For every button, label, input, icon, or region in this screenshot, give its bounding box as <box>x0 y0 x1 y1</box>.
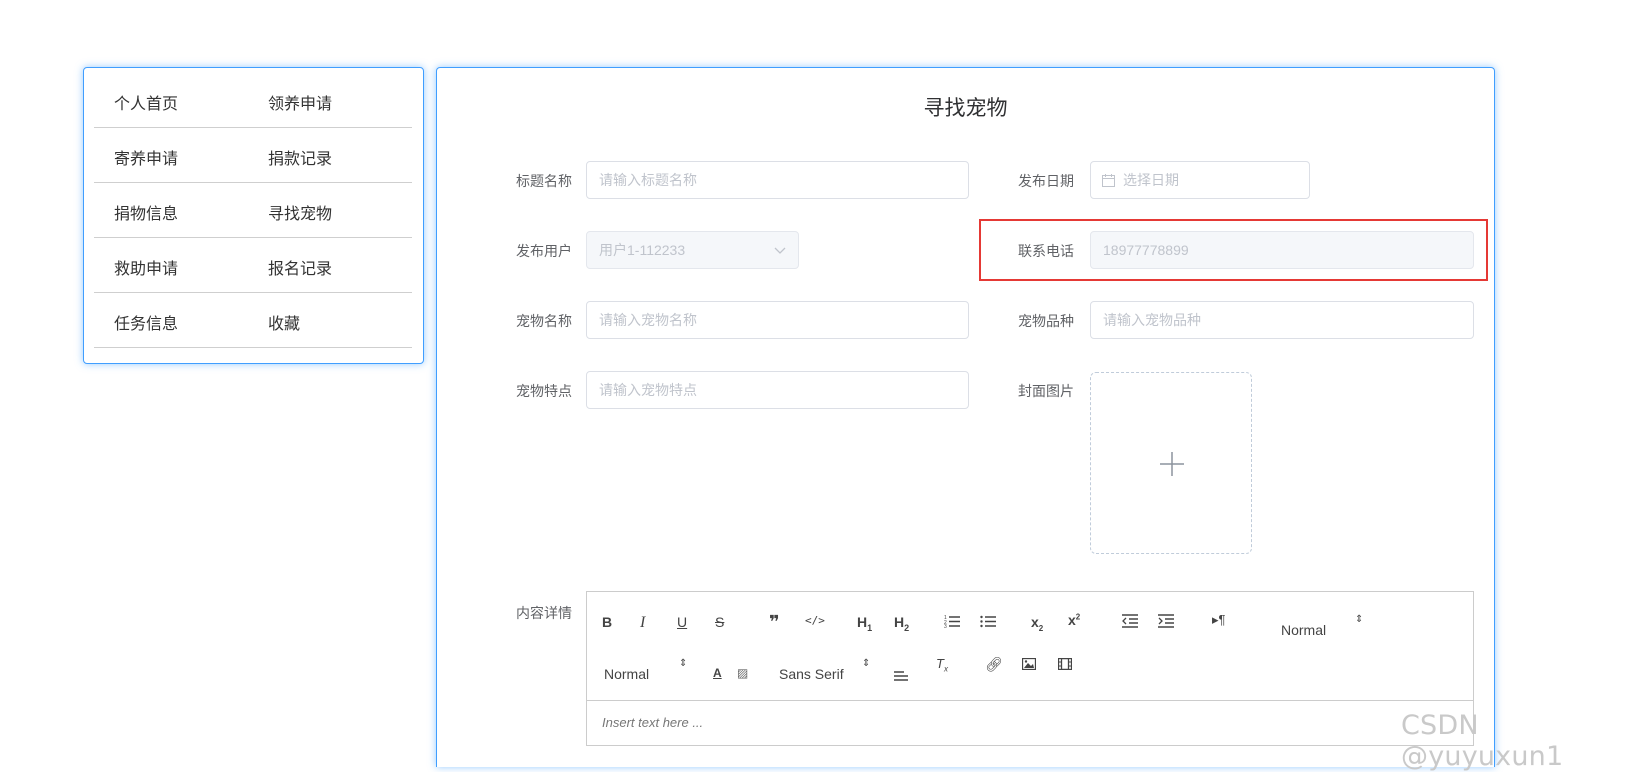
editor-content-area[interactable]: Insert text here ... <box>602 715 703 730</box>
sidebar-item-adoption[interactable]: 领养申请 <box>268 90 332 114</box>
pet-name-label: 宠物名称 <box>516 313 572 329</box>
indent-icon[interactable] <box>1158 614 1174 628</box>
background-color-icon[interactable]: ▨ <box>737 666 748 680</box>
text-direction-icon[interactable]: ▸¶ <box>1212 612 1226 628</box>
pet-feature-input[interactable] <box>586 371 969 409</box>
picker-arrows-icon: ⇕ <box>1355 614 1364 625</box>
subscript-button[interactable]: x2 <box>1031 614 1043 633</box>
publish-date-placeholder: 选择日期 <box>1123 172 1179 188</box>
title-name-input[interactable] <box>586 161 969 199</box>
header-1-button[interactable]: H1 <box>857 614 872 633</box>
text-color-icon[interactable]: A <box>713 666 722 680</box>
bold-button[interactable]: B <box>602 614 612 630</box>
sidebar-row: 寄养申请 捐款记录 <box>94 127 412 183</box>
content-label: 内容详情 <box>516 605 572 621</box>
video-icon[interactable] <box>1058 658 1072 670</box>
phone-value: 18977778899 <box>1103 242 1189 258</box>
sidebar-item-find-pet[interactable]: 寻找宠物 <box>268 200 332 224</box>
sidebar-row: 任务信息 收藏 <box>94 292 412 348</box>
plus-icon <box>1160 452 1184 476</box>
pet-name-input[interactable] <box>586 301 969 339</box>
pet-breed-label: 宠物品种 <box>1018 313 1074 329</box>
align-icon[interactable] <box>894 670 908 682</box>
header-picker[interactable]: Normal <box>1281 622 1326 638</box>
italic-button[interactable]: I <box>640 614 645 632</box>
sidebar-item-goods-donation[interactable]: 捐物信息 <box>114 200 178 224</box>
strike-button[interactable]: S <box>715 614 724 630</box>
sidebar-item-favorites[interactable]: 收藏 <box>268 310 300 334</box>
toolbar-divider <box>587 700 1473 701</box>
publish-user-label: 发布用户 <box>516 243 572 259</box>
underline-button[interactable]: U <box>677 614 687 630</box>
clear-format-icon[interactable]: Tx <box>936 656 948 674</box>
picker-arrows-icon: ⇕ <box>679 658 688 669</box>
pet-feature-label: 宠物特点 <box>516 383 572 399</box>
superscript-button[interactable]: x2 <box>1068 612 1080 628</box>
publish-date-picker[interactable]: 选择日期 <box>1090 161 1310 199</box>
blockquote-button[interactable]: ❞ <box>769 612 780 633</box>
chevron-down-icon <box>774 247 786 254</box>
size-picker[interactable]: Normal <box>604 666 649 682</box>
sidebar-row: 救助申请 报名记录 <box>94 237 412 293</box>
picker-arrows-icon: ⇕ <box>862 658 871 669</box>
publish-date-label: 发布日期 <box>1018 173 1074 189</box>
header-picker-value: Normal <box>1281 622 1327 638</box>
cover-image-upload[interactable] <box>1090 372 1252 554</box>
phone-label: 联系电话 <box>1018 243 1074 259</box>
sidebar-item-home[interactable]: 个人首页 <box>114 90 178 114</box>
code-block-button[interactable]: </> <box>805 614 825 627</box>
publish-user-value: 用户1-112233 <box>599 242 686 258</box>
sidebar-item-rescue[interactable]: 救助申请 <box>114 255 178 279</box>
image-icon[interactable] <box>1022 658 1036 670</box>
watermark: CSDN @yuyuxun1 <box>1401 710 1564 772</box>
font-picker-value: Sans Serif <box>779 666 844 682</box>
title-name-label: 标题名称 <box>516 173 572 189</box>
header-2-button[interactable]: H2 <box>894 614 909 633</box>
ordered-list-icon[interactable]: 123 <box>944 614 960 628</box>
cover-image-label: 封面图片 <box>1018 383 1074 399</box>
svg-text:3: 3 <box>944 624 947 628</box>
page-title: 寻找宠物 <box>923 97 1008 120</box>
sidebar-item-tasks[interactable]: 任务信息 <box>114 310 178 334</box>
sidebar-menu: 个人首页 领养申请 寄养申请 捐款记录 捐物信息 寻找宠物 救助申请 报名记录 … <box>83 67 424 364</box>
bullet-list-icon[interactable] <box>980 614 996 628</box>
sidebar-item-signup[interactable]: 报名记录 <box>268 255 332 279</box>
rich-text-editor: B I U S ❞ </> H1 H2 123 x2 x2 ▸¶ Normal … <box>586 591 1474 746</box>
outdent-icon[interactable] <box>1122 614 1138 628</box>
pet-breed-input[interactable] <box>1090 301 1474 339</box>
font-picker[interactable]: Sans Serif <box>779 666 844 682</box>
sidebar-row: 个人首页 领养申请 <box>94 72 412 128</box>
link-icon[interactable]: 🔗︎ <box>985 656 1003 673</box>
sidebar-item-foster[interactable]: 寄养申请 <box>114 145 178 169</box>
sidebar-row: 捐物信息 寻找宠物 <box>94 182 412 238</box>
publish-user-select[interactable]: 用户1-112233 <box>586 231 799 269</box>
size-picker-value: Normal <box>604 666 650 682</box>
phone-input[interactable]: 18977778899 <box>1090 231 1474 269</box>
calendar-icon <box>1102 174 1115 187</box>
sidebar-item-donation[interactable]: 捐款记录 <box>268 145 332 169</box>
